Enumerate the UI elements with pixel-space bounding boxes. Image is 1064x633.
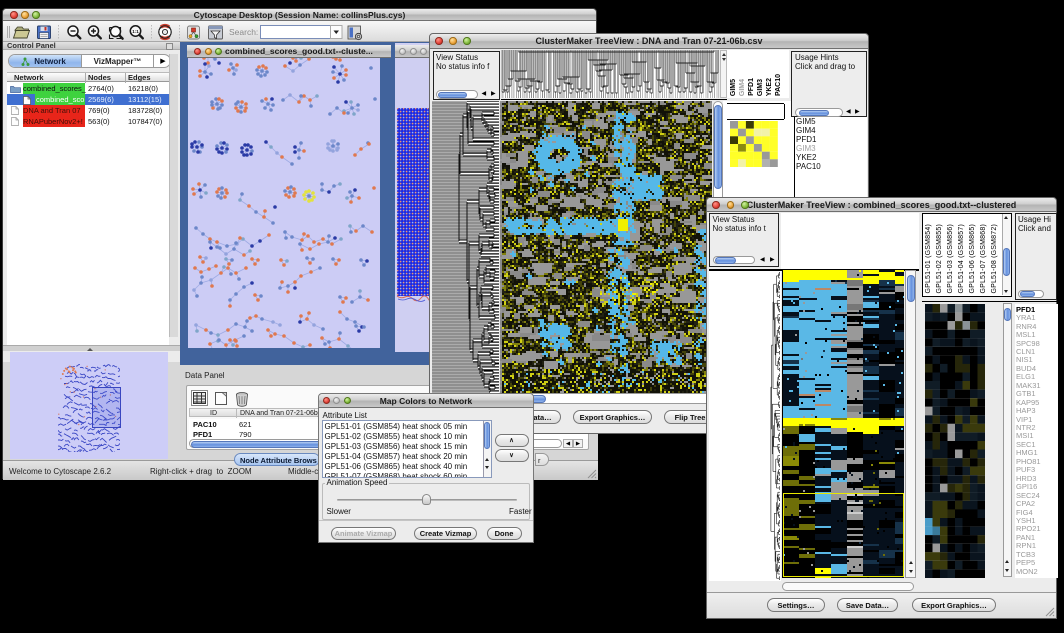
svg-text:Search:: Search:: [229, 27, 258, 37]
svg-text:1:1: 1:1: [132, 29, 139, 34]
